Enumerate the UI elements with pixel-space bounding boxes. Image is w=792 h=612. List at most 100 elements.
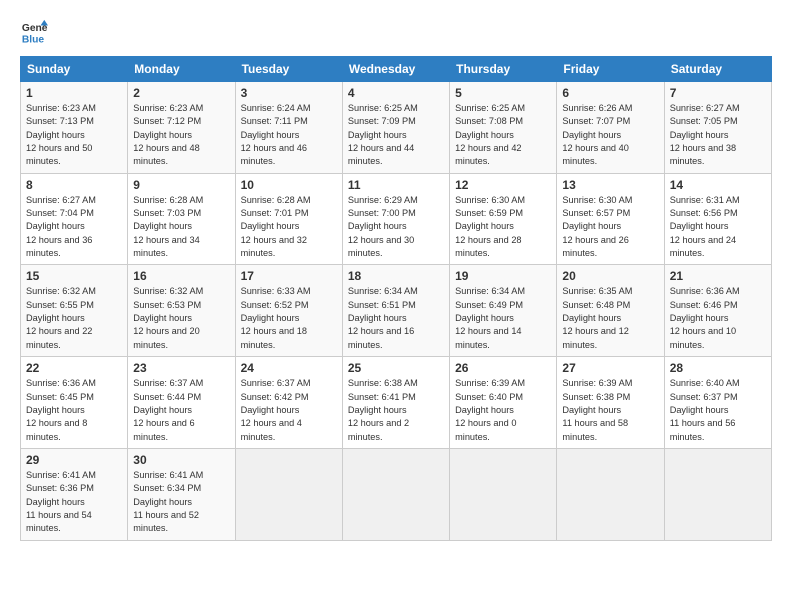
day-info: Sunrise: 6:34 AMSunset: 6:51 PMDaylight … — [348, 285, 444, 352]
calendar-cell — [450, 448, 557, 540]
calendar-cell: 22 Sunrise: 6:36 AMSunset: 6:45 PMDayligh… — [21, 357, 128, 449]
day-header-tuesday: Tuesday — [235, 57, 342, 82]
calendar-cell: 11Sunrise: 6:29 AMSunset: 7:00 PMDayligh… — [342, 173, 449, 265]
calendar-cell: 19 Sunrise: 6:34 AMSunset: 6:49 PMDayligh… — [450, 265, 557, 357]
day-number: 25 — [348, 361, 444, 375]
day-number: 5 — [455, 86, 551, 100]
day-info: Sunrise: 6:28 AMSunset: 7:01 PMDaylight … — [241, 194, 337, 261]
day-info: Sunrise: 6:37 AMSunset: 6:42 PMDaylight … — [241, 377, 337, 444]
day-number: 7 — [670, 86, 766, 100]
day-header-monday: Monday — [128, 57, 235, 82]
logo-icon: General Blue — [20, 18, 48, 46]
day-number: 30 — [133, 453, 229, 467]
calendar-cell: 9Sunrise: 6:28 AMSunset: 7:03 PMDaylight… — [128, 173, 235, 265]
calendar-cell: 14 Sunrise: 6:31 AMSunset: 6:56 PMDayligh… — [664, 173, 771, 265]
day-number: 29 — [26, 453, 122, 467]
day-info: Sunrise: 6:40 AMSunset: 6:37 PMDaylight … — [670, 377, 766, 444]
day-number: 26 — [455, 361, 551, 375]
day-header-sunday: Sunday — [21, 57, 128, 82]
day-number: 16 — [133, 269, 229, 283]
calendar-week-1: 1Sunrise: 6:23 AMSunset: 7:13 PMDaylight… — [21, 82, 772, 174]
calendar-table: SundayMondayTuesdayWednesdayThursdayFrid… — [20, 56, 772, 541]
day-number: 13 — [562, 178, 658, 192]
calendar-cell: 29 Sunrise: 6:41 AMSunset: 6:36 PMDayligh… — [21, 448, 128, 540]
calendar-cell: 30 Sunrise: 6:41 AMSunset: 6:34 PMDayligh… — [128, 448, 235, 540]
day-info: Sunrise: 6:41 AMSunset: 6:34 PMDaylight … — [133, 469, 229, 536]
day-info: Sunrise: 6:27 AMSunset: 7:04 PMDaylight … — [26, 194, 122, 261]
calendar-cell: 27 Sunrise: 6:39 AMSunset: 6:38 PMDayligh… — [557, 357, 664, 449]
day-info: Sunrise: 6:24 AMSunset: 7:11 PMDaylight … — [241, 102, 337, 169]
page: General Blue SundayMondayTuesdayWednesda… — [0, 0, 792, 612]
day-number: 1 — [26, 86, 122, 100]
calendar-cell — [557, 448, 664, 540]
day-info: Sunrise: 6:36 AMSunset: 6:45 PMDaylight … — [26, 377, 122, 444]
day-info: Sunrise: 6:32 AMSunset: 6:55 PMDaylight … — [26, 285, 122, 352]
day-header-wednesday: Wednesday — [342, 57, 449, 82]
calendar-week-4: 22 Sunrise: 6:36 AMSunset: 6:45 PMDayligh… — [21, 357, 772, 449]
calendar-cell — [664, 448, 771, 540]
day-number: 6 — [562, 86, 658, 100]
calendar-week-3: 15Sunrise: 6:32 AMSunset: 6:55 PMDayligh… — [21, 265, 772, 357]
calendar-cell: 16 Sunrise: 6:32 AMSunset: 6:53 PMDayligh… — [128, 265, 235, 357]
logo: General Blue — [20, 18, 48, 46]
day-info: Sunrise: 6:37 AMSunset: 6:44 PMDaylight … — [133, 377, 229, 444]
day-number: 28 — [670, 361, 766, 375]
calendar-cell: 24 Sunrise: 6:37 AMSunset: 6:42 PMDayligh… — [235, 357, 342, 449]
calendar-header-row: SundayMondayTuesdayWednesdayThursdayFrid… — [21, 57, 772, 82]
calendar-cell: 10 Sunrise: 6:28 AMSunset: 7:01 PMDayligh… — [235, 173, 342, 265]
day-header-friday: Friday — [557, 57, 664, 82]
day-number: 17 — [241, 269, 337, 283]
day-number: 2 — [133, 86, 229, 100]
day-header-thursday: Thursday — [450, 57, 557, 82]
day-number: 4 — [348, 86, 444, 100]
calendar-cell: 7 Sunrise: 6:27 AMSunset: 7:05 PMDaylight… — [664, 82, 771, 174]
day-info: Sunrise: 6:39 AMSunset: 6:40 PMDaylight … — [455, 377, 551, 444]
calendar-cell: 1Sunrise: 6:23 AMSunset: 7:13 PMDaylight… — [21, 82, 128, 174]
day-info: Sunrise: 6:26 AMSunset: 7:07 PMDaylight … — [562, 102, 658, 169]
calendar-cell: 13 Sunrise: 6:30 AMSunset: 6:57 PMDayligh… — [557, 173, 664, 265]
day-info: Sunrise: 6:32 AMSunset: 6:53 PMDaylight … — [133, 285, 229, 352]
calendar-cell: 5 Sunrise: 6:25 AMSunset: 7:08 PMDaylight… — [450, 82, 557, 174]
calendar-cell: 26 Sunrise: 6:39 AMSunset: 6:40 PMDayligh… — [450, 357, 557, 449]
calendar-cell: 21Sunrise: 6:36 AMSunset: 6:46 PMDayligh… — [664, 265, 771, 357]
day-info: Sunrise: 6:23 AMSunset: 7:12 PMDaylight … — [133, 102, 229, 169]
calendar-week-5: 29 Sunrise: 6:41 AMSunset: 6:36 PMDayligh… — [21, 448, 772, 540]
calendar-cell: 3 Sunrise: 6:24 AMSunset: 7:11 PMDaylight… — [235, 82, 342, 174]
day-info: Sunrise: 6:34 AMSunset: 6:49 PMDaylight … — [455, 285, 551, 352]
day-number: 3 — [241, 86, 337, 100]
header: General Blue — [20, 18, 772, 46]
calendar-cell: 28 Sunrise: 6:40 AMSunset: 6:37 PMDayligh… — [664, 357, 771, 449]
calendar-week-2: 8 Sunrise: 6:27 AMSunset: 7:04 PMDaylight… — [21, 173, 772, 265]
calendar-body: 1Sunrise: 6:23 AMSunset: 7:13 PMDaylight… — [21, 82, 772, 541]
day-info: Sunrise: 6:25 AMSunset: 7:09 PMDaylight … — [348, 102, 444, 169]
day-info: Sunrise: 6:35 AMSunset: 6:48 PMDaylight … — [562, 285, 658, 352]
calendar-cell: 15Sunrise: 6:32 AMSunset: 6:55 PMDayligh… — [21, 265, 128, 357]
day-info: Sunrise: 6:25 AMSunset: 7:08 PMDaylight … — [455, 102, 551, 169]
calendar-cell: 17 Sunrise: 6:33 AMSunset: 6:52 PMDayligh… — [235, 265, 342, 357]
svg-text:Blue: Blue — [22, 34, 45, 45]
calendar-cell: 6 Sunrise: 6:26 AMSunset: 7:07 PMDaylight… — [557, 82, 664, 174]
day-number: 24 — [241, 361, 337, 375]
calendar-cell: 25Sunrise: 6:38 AMSunset: 6:41 PMDayligh… — [342, 357, 449, 449]
day-number: 14 — [670, 178, 766, 192]
calendar-cell: 18Sunrise: 6:34 AMSunset: 6:51 PMDayligh… — [342, 265, 449, 357]
day-info: Sunrise: 6:31 AMSunset: 6:56 PMDaylight … — [670, 194, 766, 261]
day-number: 27 — [562, 361, 658, 375]
day-info: Sunrise: 6:28 AMSunset: 7:03 PMDaylight … — [133, 194, 229, 261]
day-info: Sunrise: 6:39 AMSunset: 6:38 PMDaylight … — [562, 377, 658, 444]
day-info: Sunrise: 6:33 AMSunset: 6:52 PMDaylight … — [241, 285, 337, 352]
day-number: 19 — [455, 269, 551, 283]
day-info: Sunrise: 6:27 AMSunset: 7:05 PMDaylight … — [670, 102, 766, 169]
day-info: Sunrise: 6:30 AMSunset: 6:57 PMDaylight … — [562, 194, 658, 261]
day-number: 11 — [348, 178, 444, 192]
day-number: 23 — [133, 361, 229, 375]
day-number: 20 — [562, 269, 658, 283]
calendar-cell: 4 Sunrise: 6:25 AMSunset: 7:09 PMDaylight… — [342, 82, 449, 174]
calendar-cell: 20 Sunrise: 6:35 AMSunset: 6:48 PMDayligh… — [557, 265, 664, 357]
day-number: 21 — [670, 269, 766, 283]
day-info: Sunrise: 6:30 AMSunset: 6:59 PMDaylight … — [455, 194, 551, 261]
day-number: 22 — [26, 361, 122, 375]
day-number: 10 — [241, 178, 337, 192]
day-number: 8 — [26, 178, 122, 192]
day-info: Sunrise: 6:41 AMSunset: 6:36 PMDaylight … — [26, 469, 122, 536]
